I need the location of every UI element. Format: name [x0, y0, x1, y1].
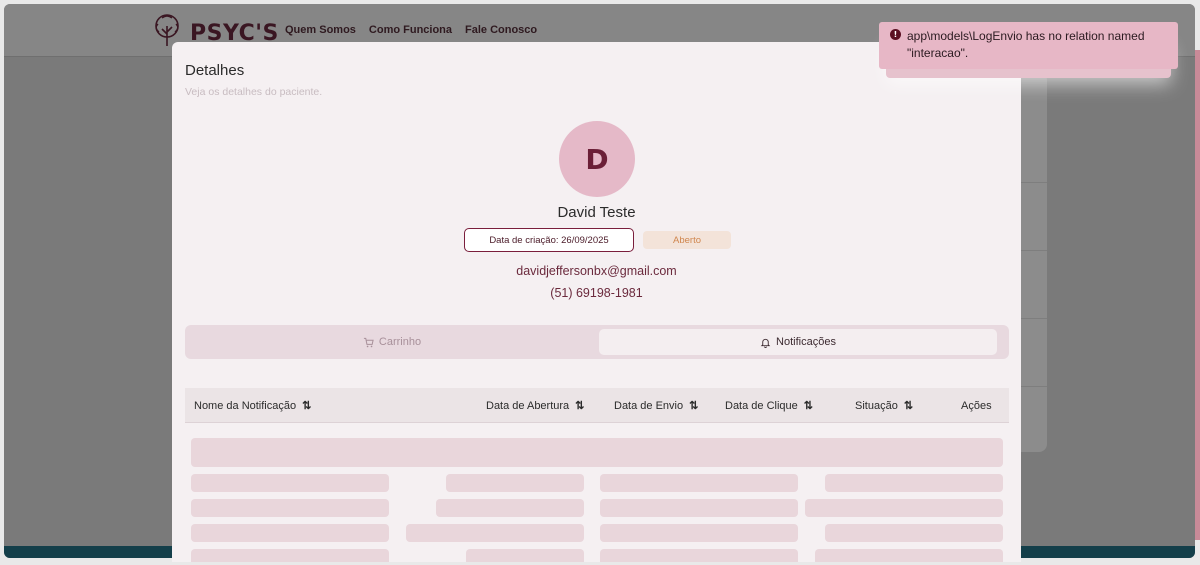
- created-date-badge: Data de criação: 26/09/2025: [464, 228, 634, 252]
- column-data-clique[interactable]: Data de Clique ⇅: [725, 388, 813, 423]
- skeleton-cell: [406, 524, 584, 542]
- avatar: D: [559, 121, 635, 197]
- skeleton-cell: [815, 549, 1003, 562]
- details-modal: Detalhes Veja os detalhes do paciente. D…: [172, 42, 1021, 562]
- skeleton-cell: [191, 474, 389, 492]
- skeleton-cell: [825, 524, 1003, 542]
- tab-carrinho-label: Carrinho: [378, 336, 422, 348]
- sort-icon: ⇅: [302, 400, 311, 412]
- skeleton-cell: [600, 524, 798, 542]
- scroll-accent: [1195, 50, 1200, 540]
- skeleton-cell: [825, 474, 1003, 492]
- bell-icon: [760, 338, 771, 348]
- column-nome-notificacao[interactable]: Nome da Notificação ⇅: [194, 388, 311, 423]
- skeleton-cell: [600, 549, 798, 562]
- skeleton-cell: [446, 474, 584, 492]
- sort-icon: ⇅: [575, 400, 584, 412]
- skeleton-cell: [191, 524, 389, 542]
- modal-title: Detalhes: [185, 62, 245, 79]
- table-header: Nome da Notificação ⇅ Data de Abertura ⇅…: [185, 388, 1009, 423]
- skeleton-cell: [600, 474, 798, 492]
- error-toast[interactable]: ! app\models\LogEnvio has no relation na…: [879, 22, 1178, 69]
- column-situacao[interactable]: Situação ⇅: [855, 388, 913, 423]
- sort-icon: ⇅: [689, 400, 698, 412]
- skeleton-cell: [191, 549, 389, 562]
- modal-subtitle: Veja os detalhes do paciente.: [185, 86, 323, 98]
- nav-como-funciona[interactable]: Como Funciona: [369, 24, 452, 36]
- column-data-abertura[interactable]: Data de Abertura ⇅: [486, 388, 584, 423]
- skeleton-cell: [436, 499, 584, 517]
- skeleton-bar: [191, 438, 1003, 467]
- status-badge: Aberto: [643, 231, 731, 249]
- skeleton-cell: [466, 549, 584, 562]
- cart-icon: [363, 337, 374, 347]
- error-icon: !: [890, 29, 901, 40]
- tab-carrinho[interactable]: Carrinho: [189, 329, 595, 355]
- toast-message: app\models\LogEnvio has no relation name…: [907, 29, 1145, 60]
- tabs: Carrinho Notificações: [185, 325, 1009, 359]
- nav-quem-somos[interactable]: Quem Somos: [285, 24, 356, 36]
- main-nav: Quem Somos Como Funciona Fale Conosco: [285, 24, 537, 36]
- sort-icon: ⇅: [803, 400, 813, 412]
- patient-email[interactable]: davidjeffersonbx@gmail.com: [172, 264, 1021, 278]
- avatar-initial: D: [585, 142, 609, 176]
- column-data-envio[interactable]: Data de Envio ⇅: [614, 388, 698, 423]
- patient-phone[interactable]: (51) 69198-1981: [172, 286, 1021, 300]
- sort-icon: ⇅: [903, 400, 913, 412]
- skeleton-cell: [191, 499, 389, 517]
- nav-fale-conosco[interactable]: Fale Conosco: [465, 24, 537, 36]
- skeleton-cell: [600, 499, 798, 517]
- tab-notificacoes[interactable]: Notificações: [599, 329, 997, 355]
- skeleton-cell: [805, 499, 1003, 517]
- column-acoes: Ações: [961, 399, 992, 412]
- patient-name: David Teste: [557, 204, 636, 221]
- tab-notificacoes-label: Notificações: [776, 336, 836, 348]
